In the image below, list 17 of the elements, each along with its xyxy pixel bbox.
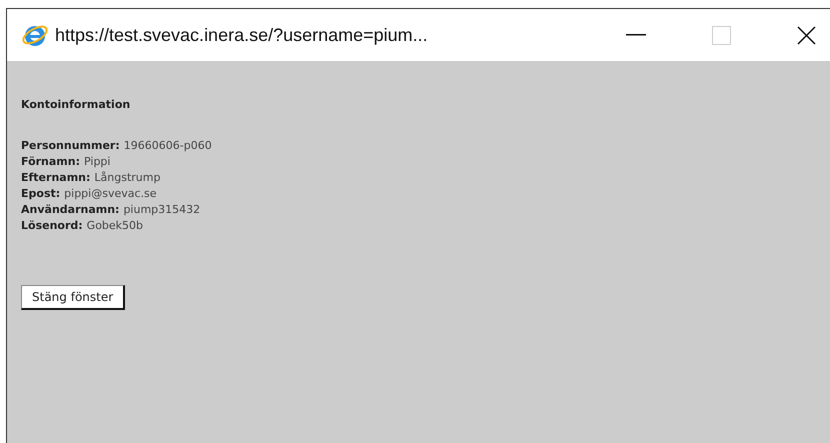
field-label: Förnamn: xyxy=(21,154,80,168)
close-icon[interactable] xyxy=(797,26,816,44)
field-value: piump315432 xyxy=(123,202,200,216)
field-label: Efternamn: xyxy=(21,170,90,184)
field-label: Lösenord: xyxy=(21,218,83,232)
field-label: Användarnamn: xyxy=(21,202,120,216)
field-label: Personnummer: xyxy=(21,138,120,152)
close-window-button[interactable]: Stäng fönster xyxy=(21,284,126,310)
minimize-icon[interactable] xyxy=(626,34,646,36)
field-value: Gobek50b xyxy=(86,218,144,232)
field-value: 19660606-p060 xyxy=(124,138,212,152)
field-value: Långstrump xyxy=(94,170,160,184)
field-label: Epost: xyxy=(21,186,60,200)
window-title: https://test.svevac.inera.se/?username=pium... xyxy=(55,24,428,47)
field-value: Pippi xyxy=(84,154,110,168)
section-heading: Kontoinformation xyxy=(21,97,132,113)
field-value: pippi@svevac.se xyxy=(64,186,157,200)
